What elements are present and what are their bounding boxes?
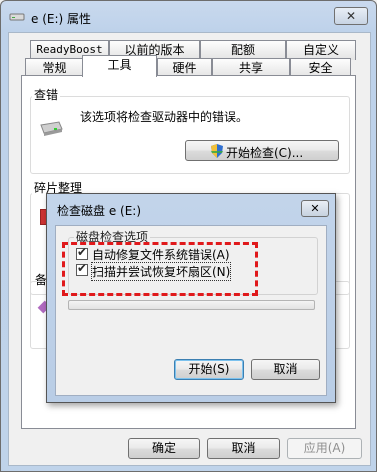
tab-quota[interactable]: 配额 — [200, 40, 286, 60]
cancel-label: 取消 — [231, 441, 256, 455]
options-highlight — [62, 242, 258, 296]
tab-label: 硬件 — [172, 61, 197, 75]
dialog-cancel-button[interactable]: 取消 — [251, 359, 320, 380]
disk-check-icon — [40, 121, 63, 136]
apply-label: 应用(A) — [303, 441, 346, 455]
ok-button[interactable]: 确定 — [128, 438, 200, 459]
tab-customize[interactable]: 自定义 — [286, 40, 356, 60]
close-icon: ✕ — [345, 9, 357, 23]
close-icon: ✕ — [310, 202, 320, 215]
error-check-label: 查错 — [32, 86, 61, 103]
window-title: e (E:) 属性 — [31, 12, 92, 26]
dialog-close-button[interactable]: ✕ — [301, 200, 329, 217]
tab-label: 自定义 — [302, 43, 339, 57]
dialog-title: 检查磁盘 e (E:) — [57, 204, 142, 218]
tab-label: 配额 — [230, 43, 255, 57]
title-bar[interactable]: e (E:) 属性 ✕ — [1, 1, 376, 33]
error-check-description: 该选项将检查驱动器中的错误。 — [80, 110, 249, 124]
tab-tools[interactable]: 工具 — [82, 55, 157, 77]
drive-icon — [9, 13, 25, 21]
apply-button[interactable]: 应用(A) — [287, 438, 362, 459]
cancel-button[interactable]: 取消 — [207, 438, 280, 459]
dialog-start-label: 开始(S) — [188, 362, 230, 376]
check-disk-dialog: 检查磁盘 e (E:) ✕ 磁盘检查选项 ✔ 自动修复文件系统错误(A) ✔ 扫… — [46, 193, 336, 403]
window-close-button[interactable]: ✕ — [334, 7, 368, 25]
tab-label: 共享 — [238, 61, 263, 75]
tab-label: 常规 — [42, 61, 67, 75]
ok-label: 确定 — [151, 441, 176, 455]
dialog-start-button[interactable]: 开始(S) — [174, 359, 244, 380]
start-check-label: 开始检查(C)... — [226, 146, 304, 160]
start-check-button[interactable]: 开始检查(C)... — [185, 140, 339, 161]
tab-label: 工具 — [107, 58, 132, 72]
tab-label: 安全 — [308, 61, 333, 75]
check-progress-bar — [68, 300, 315, 310]
shield-icon — [211, 144, 223, 158]
dialog-cancel-label: 取消 — [273, 362, 298, 376]
